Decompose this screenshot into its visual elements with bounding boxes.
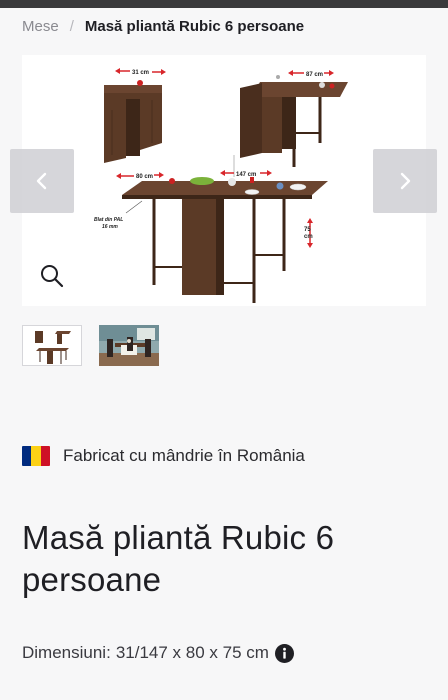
label-depth-mid: 87 cm [306,72,323,78]
zoom-button[interactable] [38,262,66,290]
gallery-prev-button[interactable] [10,149,74,213]
info-icon[interactable] [274,643,294,663]
flag-stripe-blue [22,446,32,466]
magnifier-icon [41,265,64,288]
label-width-open: 147 cm [236,172,256,178]
chevron-left-icon [36,172,47,190]
browser-top-bar [0,0,448,8]
product-diagram-thumbnail [23,326,81,365]
chevron-right-icon [400,172,411,190]
thumbnail-room-photo[interactable] [99,325,159,366]
label-height-unit: cm [304,234,313,240]
breadcrumb-separator: / [69,17,74,35]
product-dimensions: Dimensiuni: 31/147 x 80 x 75 cm [22,643,294,663]
label-board-note-2: 16 mm [102,224,118,230]
gallery-next-button[interactable] [373,149,437,213]
made-in-romania-badge: Fabricat cu mândrie în România [22,446,305,466]
dimensions-label: Dimensiuni: [22,643,111,662]
breadcrumb: Mese / Masă pliantă Rubic 6 persoane [22,16,304,36]
breadcrumb-current: Masă pliantă Rubic 6 persoane [84,17,305,35]
product-title: Masă pliantă Rubic 6 persoane [22,519,335,598]
label-depth-closed: 31 cm [132,70,149,76]
flag-stripe-yellow [31,446,41,466]
label-depth-open: 80 cm [136,174,153,180]
product-dimension-diagram: 31 cm 87 cm 147 cm 80 cm 75 cm Blat din … [94,68,348,303]
romania-flag-icon [22,446,50,466]
open-table-illustration: 147 cm 80 cm 75 cm Blat din PAL 16 mm [94,155,328,303]
room-photo-thumbnail [99,325,159,366]
half-open-table-illustration: 87 cm [240,70,348,167]
label-height: 75 [304,227,311,233]
thumbnail-diagram[interactable] [22,325,82,366]
dimensions-value: 31/147 x 80 x 75 cm [115,643,269,662]
product-image-gallery[interactable]: 31 cm 87 cm 147 cm 80 cm 75 cm Blat din … [22,55,426,306]
origin-text: Fabricat cu mândrie în România [63,446,305,465]
label-board-note-1: Blat din PAL [94,217,123,223]
flag-stripe-red [40,446,50,466]
folded-table-illustration: 31 cm [104,68,166,163]
breadcrumb-link-mese[interactable]: Mese [22,18,59,35]
